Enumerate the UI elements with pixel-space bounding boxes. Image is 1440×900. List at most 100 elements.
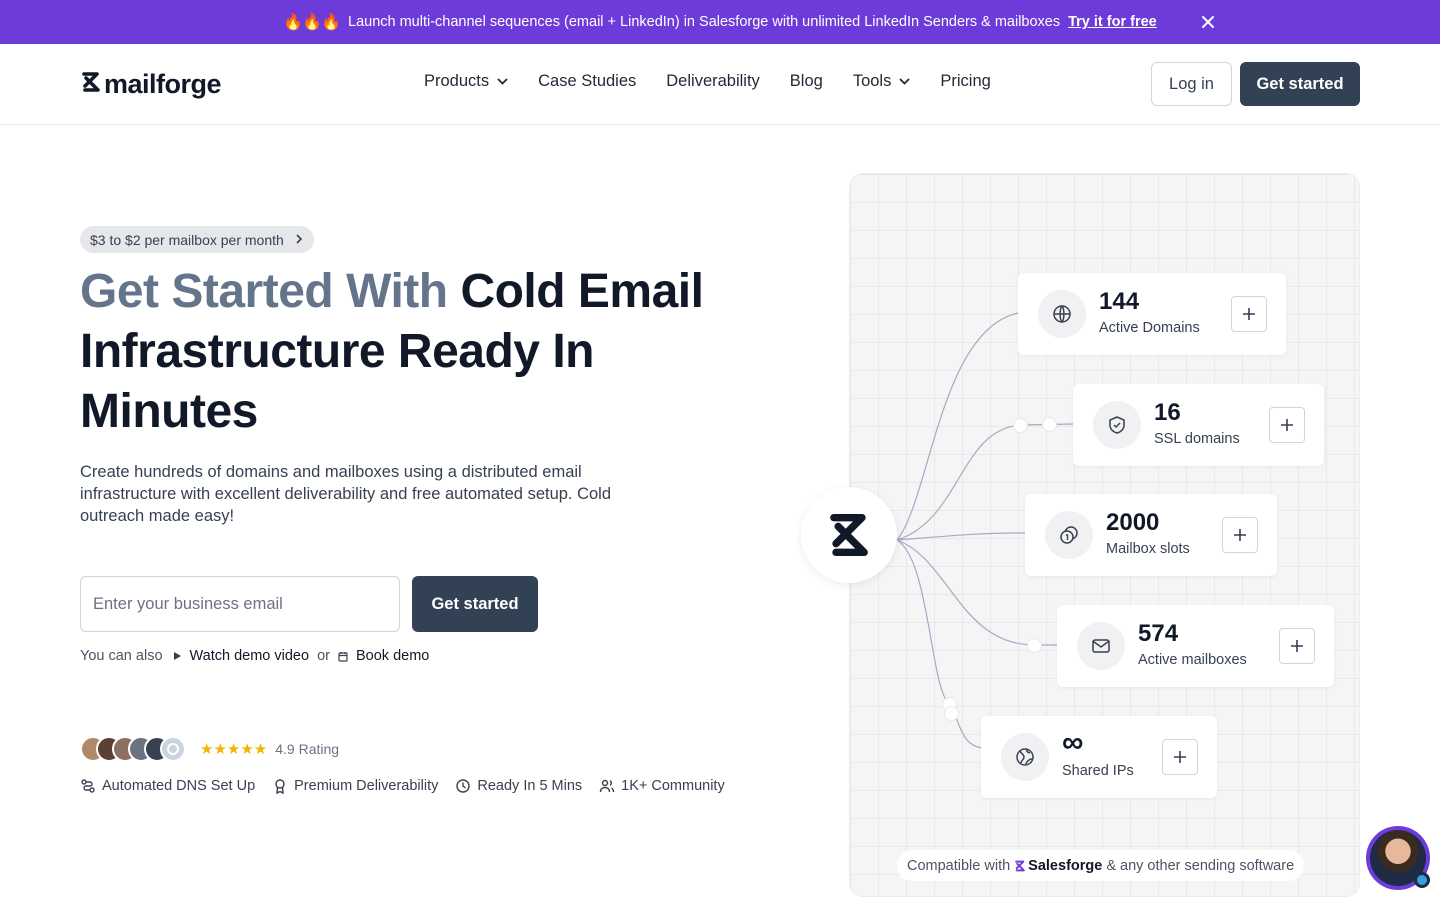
stat-label: Active mailboxes bbox=[1138, 652, 1247, 668]
user-avatars bbox=[80, 736, 186, 762]
or-text: or bbox=[317, 648, 330, 664]
shield-check-icon bbox=[1093, 401, 1141, 449]
announcement-banner: 🔥🔥🔥 Launch multi-channel sequences (emai… bbox=[0, 0, 1440, 44]
compat-prefix: Compatible with bbox=[907, 857, 1011, 874]
feature-item: Premium Deliverability bbox=[272, 778, 438, 794]
salesforge-brand-name: Salesforge bbox=[1028, 857, 1103, 874]
close-icon[interactable] bbox=[1198, 12, 1218, 32]
stat-value: ∞ bbox=[1062, 726, 1084, 759]
plus-icon bbox=[1291, 640, 1303, 652]
stat-label: SSL domains bbox=[1154, 431, 1240, 447]
feature-item: Automated DNS Set Up bbox=[80, 778, 255, 794]
add-button[interactable] bbox=[1162, 739, 1198, 775]
login-button[interactable]: Log in bbox=[1151, 62, 1232, 106]
feature-label: Automated DNS Set Up bbox=[102, 778, 256, 794]
add-button[interactable] bbox=[1222, 517, 1258, 553]
plus-icon bbox=[1281, 419, 1293, 431]
nav-item-label: Tools bbox=[852, 72, 892, 90]
stat-card-shared-ips: ∞ Shared IPs bbox=[981, 716, 1217, 798]
salesforge-logo-icon bbox=[1015, 860, 1025, 871]
stat-card-domains: 144 Active Domains bbox=[1018, 273, 1286, 355]
network-globe-icon bbox=[1001, 733, 1049, 781]
watch-demo-link[interactable]: Watch demo video bbox=[173, 648, 310, 664]
alt-prefix: You can also bbox=[80, 648, 163, 664]
feature-label: Premium Deliverability bbox=[294, 778, 439, 794]
pricing-pill[interactable]: $3 to $2 per mailbox per month bbox=[80, 226, 314, 253]
award-icon bbox=[275, 779, 285, 794]
stat-value: 2000 bbox=[1106, 509, 1160, 536]
hero-get-started-button[interactable]: Get started bbox=[412, 576, 538, 632]
feature-label: 1K+ Community bbox=[621, 778, 725, 794]
add-button[interactable] bbox=[1269, 407, 1305, 443]
top-navigation: mailforge Products Case Studies Delivera… bbox=[0, 44, 1440, 125]
try-free-link[interactable]: Try it for free bbox=[1068, 14, 1157, 30]
clock-icon bbox=[456, 779, 471, 793]
chevron-down-icon bbox=[497, 78, 508, 85]
play-icon bbox=[173, 652, 181, 660]
feature-label: Ready In 5 Mins bbox=[477, 778, 583, 794]
connector-node bbox=[1027, 638, 1042, 653]
headline-muted: Get Started With bbox=[80, 265, 448, 318]
nav-get-started-button[interactable]: Get started bbox=[1240, 62, 1360, 106]
stat-value: 16 bbox=[1154, 399, 1181, 426]
hero-headline: Get Started With Cold Email Infrastructu… bbox=[80, 262, 720, 442]
logo[interactable]: mailforge bbox=[80, 69, 222, 100]
mailforge-logo-icon bbox=[80, 70, 102, 99]
fire-icons: 🔥🔥🔥 bbox=[283, 14, 341, 31]
nav-item-deliverability[interactable]: Deliverability bbox=[666, 72, 760, 91]
connector-node bbox=[1013, 418, 1028, 433]
nav-item-label: Pricing bbox=[940, 72, 991, 90]
plus-icon bbox=[1174, 751, 1186, 763]
nav-item-label: Deliverability bbox=[666, 72, 760, 90]
calendar-icon bbox=[338, 651, 348, 662]
nav-item-label: Products bbox=[424, 72, 490, 90]
nav-item-products[interactable]: Products bbox=[424, 72, 508, 91]
nav-item-case-studies[interactable]: Case Studies bbox=[538, 72, 636, 91]
nav-item-label: Blog bbox=[789, 72, 823, 90]
route-icon bbox=[81, 779, 95, 793]
stat-label: Active Domains bbox=[1099, 320, 1200, 336]
stat-card-mailbox-slots: 2000 Mailbox slots bbox=[1025, 494, 1277, 576]
book-demo-label: Book demo bbox=[355, 648, 430, 664]
plus-icon bbox=[1234, 529, 1246, 541]
alternative-actions: You can also Watch demo video or Book de… bbox=[80, 648, 429, 664]
mailforge-logo-icon bbox=[830, 513, 868, 557]
star-rating-icons: ★★★★★ bbox=[200, 741, 268, 758]
nav-item-blog[interactable]: Blog bbox=[790, 72, 823, 91]
nav-item-label: Case Studies bbox=[538, 72, 637, 90]
book-demo-link[interactable]: Book demo bbox=[338, 648, 429, 664]
banner-text: Launch multi-channel sequences (email + … bbox=[348, 14, 1061, 30]
mail-icon bbox=[1077, 622, 1125, 670]
pricing-pill-text: $3 to $2 per mailbox per month bbox=[90, 231, 284, 248]
add-button[interactable] bbox=[1279, 628, 1315, 664]
rating: ★★★★★ 4.9 Rating bbox=[200, 740, 339, 758]
stat-card-active-mailboxes: 574 Active mailboxes bbox=[1057, 605, 1334, 687]
rating-text: 4.9 Rating bbox=[275, 741, 340, 757]
stat-value: 574 bbox=[1138, 620, 1179, 647]
chevron-down-icon bbox=[899, 78, 910, 85]
feature-item: 1K+ Community bbox=[599, 778, 725, 794]
stat-label: Mailbox slots bbox=[1106, 541, 1190, 557]
mailforge-hub bbox=[801, 487, 897, 583]
chevron-right-icon bbox=[296, 234, 302, 244]
plus-icon bbox=[1243, 308, 1255, 320]
stat-card-ssl: 16 SSL domains bbox=[1073, 384, 1324, 466]
feature-list: Automated DNS Set Up Premium Deliverabil… bbox=[80, 778, 742, 794]
nav-item-pricing[interactable]: Pricing bbox=[940, 72, 990, 91]
users-icon bbox=[599, 779, 615, 793]
feature-item: Ready In 5 Mins bbox=[455, 778, 582, 794]
watch-demo-label: Watch demo video bbox=[189, 648, 310, 664]
stat-value: 144 bbox=[1099, 288, 1140, 315]
salesforge-brand: Salesforge bbox=[1014, 858, 1102, 874]
online-status-icon bbox=[1414, 872, 1430, 888]
g2-badge-icon bbox=[160, 736, 186, 762]
business-email-input[interactable] bbox=[80, 576, 400, 632]
hero-subtext: Create hundreds of domains and mailboxes… bbox=[80, 463, 612, 525]
compatibility-note: Compatible with Salesforge & any other s… bbox=[897, 850, 1305, 881]
chat-widget-button[interactable] bbox=[1366, 826, 1430, 890]
stat-label: Shared IPs bbox=[1062, 763, 1134, 779]
compat-suffix: & any other sending software bbox=[1106, 857, 1295, 874]
logo-text: mailforge bbox=[104, 69, 222, 99]
nav-item-tools[interactable]: Tools bbox=[853, 72, 911, 91]
add-button[interactable] bbox=[1231, 296, 1267, 332]
